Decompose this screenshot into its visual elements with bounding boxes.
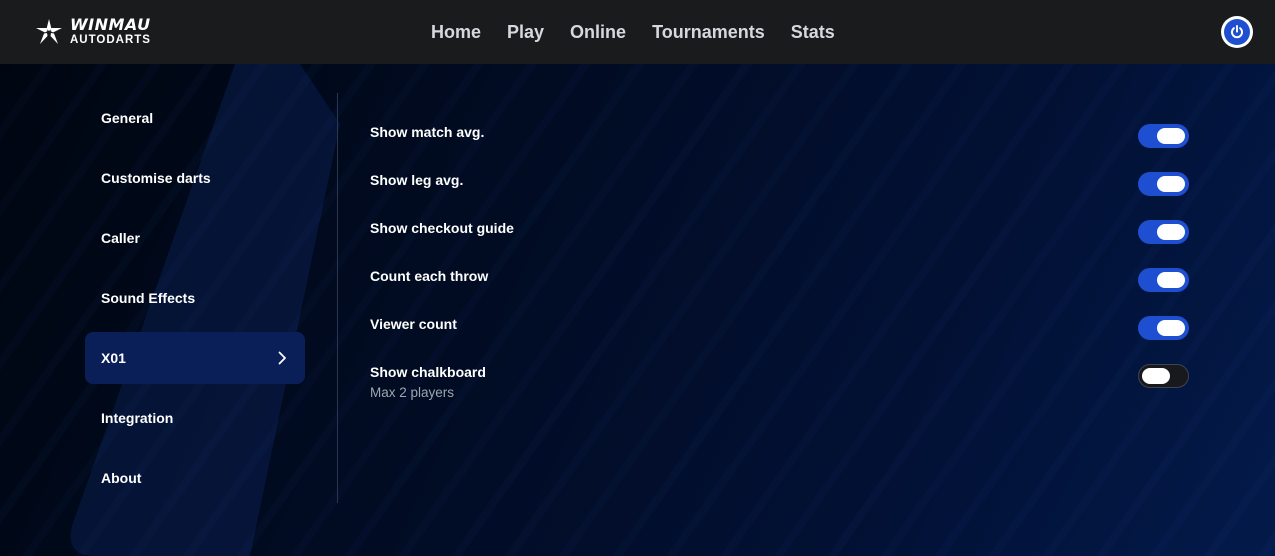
nav-play[interactable]: Play	[494, 14, 557, 51]
sidebar-item-caller[interactable]: Caller	[85, 212, 305, 264]
sidebar-item-label: Caller	[101, 230, 140, 246]
sidebar-item-sound-effects[interactable]: Sound Effects	[85, 272, 305, 324]
nav-online[interactable]: Online	[557, 14, 639, 51]
setting-label: Show checkout guide	[370, 220, 514, 236]
sidebar-item-label: General	[101, 110, 154, 126]
setting-label: Show leg avg.	[370, 172, 464, 188]
setting-show-match-avg: Show match avg.	[370, 112, 1190, 160]
count-each-throw-toggle[interactable]	[1138, 268, 1189, 292]
power-icon	[1224, 19, 1250, 45]
x01-settings-panel: Show match avg. Show leg avg. Show check…	[370, 112, 1190, 400]
setting-show-chalkboard: Show chalkboard Max 2 players	[370, 352, 1190, 400]
setting-label: Show chalkboard	[370, 364, 486, 380]
toggle-knob	[1157, 176, 1185, 192]
viewer-count-toggle[interactable]	[1138, 316, 1189, 340]
brand-subtitle: AUTODARTS	[70, 34, 151, 47]
account-power-button[interactable]	[1221, 16, 1253, 48]
winmau-star-icon	[36, 19, 62, 44]
setting-label: Viewer count	[370, 316, 457, 332]
sidebar-item-label: Sound Effects	[101, 290, 196, 306]
toggle-knob	[1157, 272, 1185, 288]
nav-stats[interactable]: Stats	[778, 14, 848, 51]
settings-sidebar: General Customise darts Caller Sound Eff…	[85, 92, 305, 512]
show-checkout-guide-toggle[interactable]	[1138, 220, 1189, 244]
sidebar-divider	[337, 93, 338, 503]
sidebar-item-label: Integration	[101, 410, 174, 426]
sidebar-item-label: Customise darts	[101, 170, 211, 186]
setting-label: Count each throw	[370, 268, 489, 284]
nav-tournaments[interactable]: Tournaments	[639, 14, 778, 51]
setting-show-checkout-guide: Show checkout guide	[370, 208, 1190, 256]
toggle-knob	[1142, 368, 1170, 384]
setting-count-each-throw: Count each throw	[370, 256, 1190, 304]
app-root: WINMAU AUTODARTS Home Play Online Tourna…	[0, 0, 1275, 556]
main-nav: Home Play Online Tournaments Stats	[418, 0, 848, 64]
toggle-knob	[1157, 128, 1185, 144]
chevron-right-icon	[278, 351, 286, 365]
sidebar-item-customise-darts[interactable]: Customise darts	[85, 152, 305, 204]
sidebar-item-x01[interactable]: X01	[85, 332, 305, 384]
nav-home[interactable]: Home	[418, 14, 494, 51]
show-leg-avg-toggle[interactable]	[1138, 172, 1189, 196]
toggle-knob	[1157, 224, 1185, 240]
top-bar: WINMAU AUTODARTS Home Play Online Tourna…	[0, 0, 1275, 64]
sidebar-item-integration[interactable]: Integration	[85, 392, 305, 444]
sidebar-item-label: About	[101, 470, 142, 486]
toggle-knob	[1157, 320, 1185, 336]
brand-name: WINMAU	[70, 15, 151, 35]
setting-show-leg-avg: Show leg avg.	[370, 160, 1190, 208]
show-match-avg-toggle[interactable]	[1138, 124, 1189, 148]
setting-viewer-count: Viewer count	[370, 304, 1190, 352]
brand-logo[interactable]: WINMAU AUTODARTS	[34, 16, 151, 48]
sidebar-item-label: X01	[101, 350, 126, 366]
sidebar-item-about[interactable]: About	[85, 452, 305, 504]
sidebar-item-general[interactable]: General	[85, 92, 305, 144]
setting-sublabel: Max 2 players	[370, 385, 455, 400]
setting-label: Show match avg.	[370, 124, 485, 140]
show-chalkboard-toggle[interactable]	[1138, 364, 1189, 388]
